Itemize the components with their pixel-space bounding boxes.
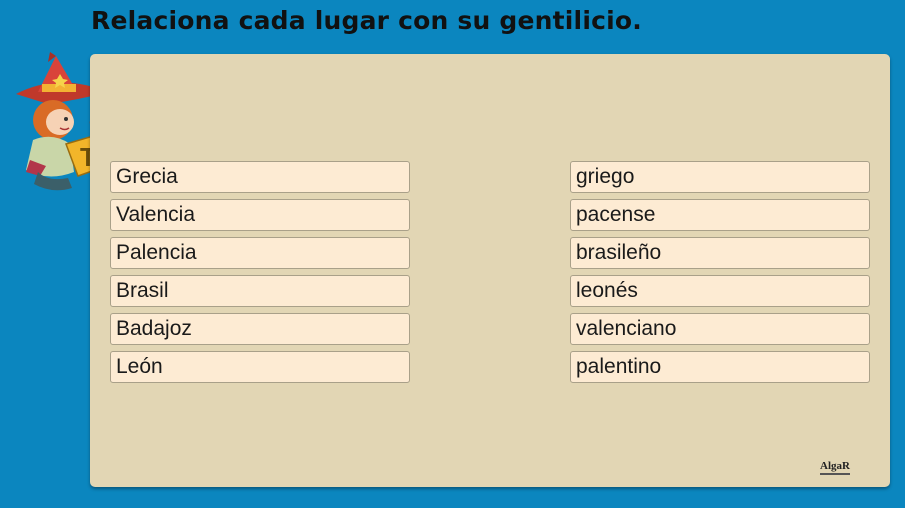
place-item-valencia[interactable]: Valencia (110, 199, 410, 231)
exercise-panel: Grecia Valencia Palencia Brasil Badajoz … (90, 54, 890, 487)
demonym-item-pacense[interactable]: pacense (570, 199, 870, 231)
demonym-item-brasileno[interactable]: brasileño (570, 237, 870, 269)
publisher-logo: AlgaR (820, 460, 850, 478)
demonym-item-palentino[interactable]: palentino (570, 351, 870, 383)
places-column: Grecia Valencia Palencia Brasil Badajoz … (110, 161, 410, 389)
demonyms-column: griego pacense brasileño leonés valencia… (570, 161, 870, 389)
demonym-item-leones[interactable]: leonés (570, 275, 870, 307)
place-item-brasil[interactable]: Brasil (110, 275, 410, 307)
exercise-title: Relaciona cada lugar con su gentilicio. (91, 6, 642, 35)
place-item-palencia[interactable]: Palencia (110, 237, 410, 269)
place-item-grecia[interactable]: Grecia (110, 161, 410, 193)
place-item-badajoz[interactable]: Badajoz (110, 313, 410, 345)
demonym-item-valenciano[interactable]: valenciano (570, 313, 870, 345)
demonym-item-griego[interactable]: griego (570, 161, 870, 193)
place-item-leon[interactable]: León (110, 351, 410, 383)
